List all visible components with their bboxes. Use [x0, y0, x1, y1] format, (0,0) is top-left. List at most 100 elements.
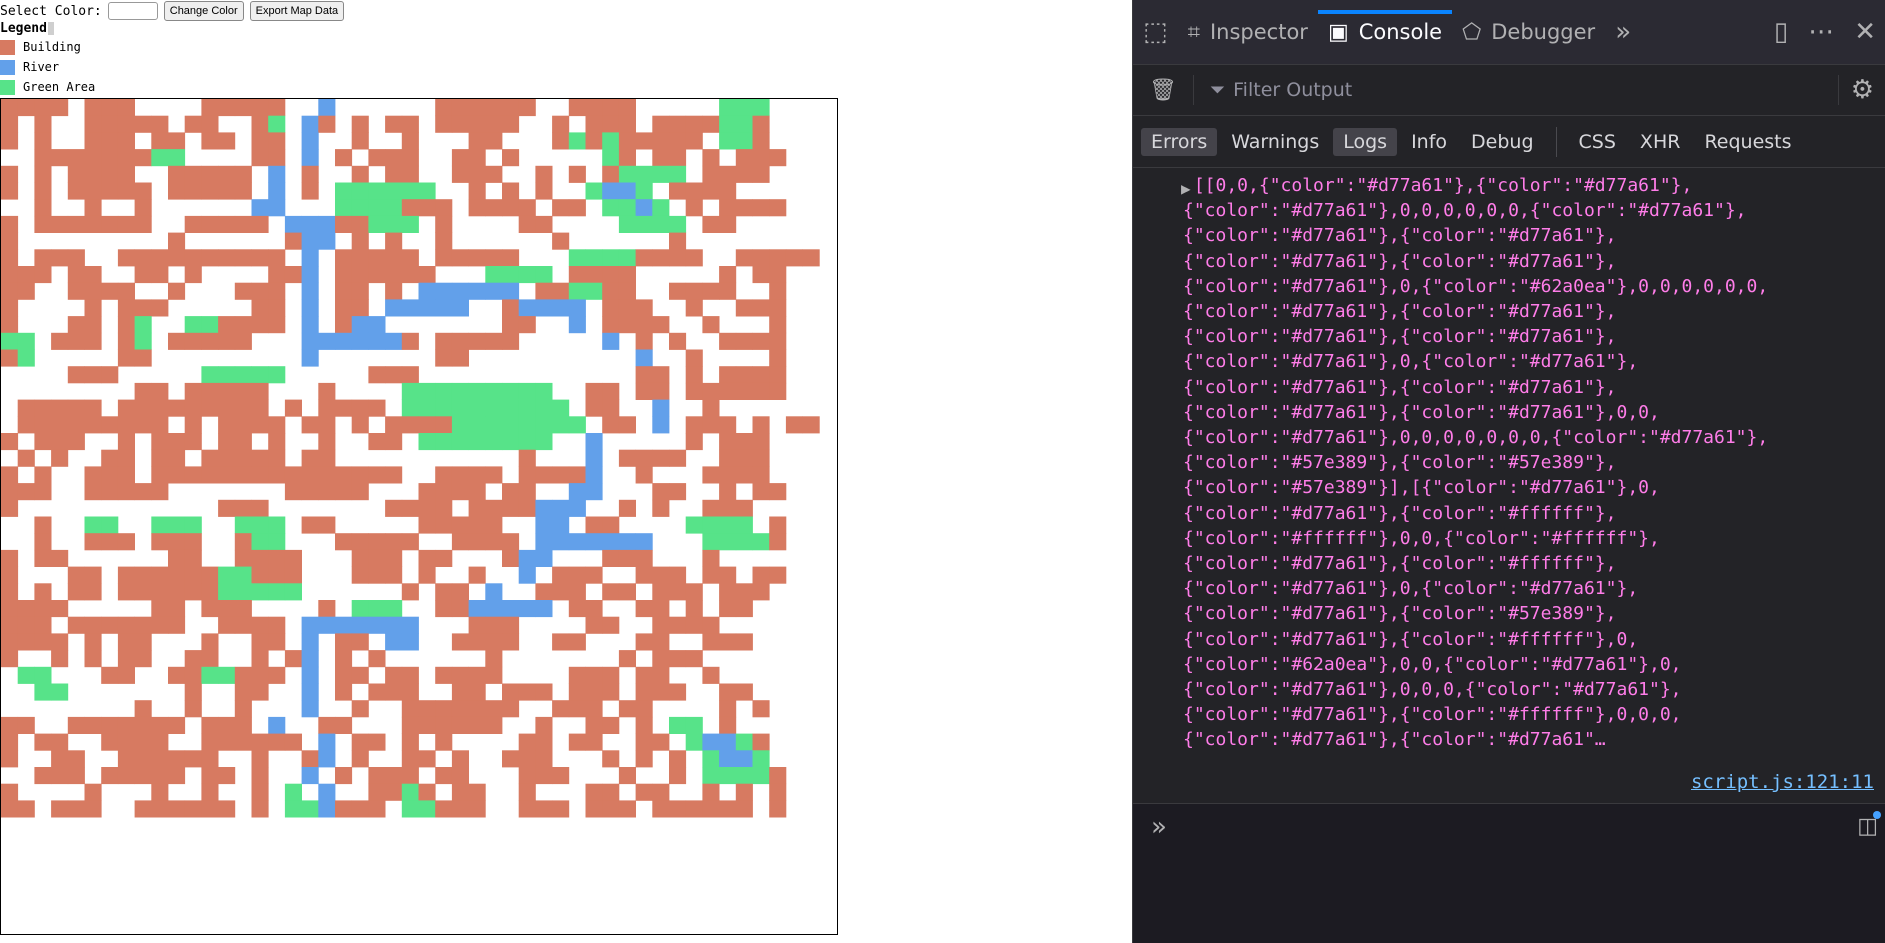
river-cell[interactable] [468, 600, 486, 618]
building-cell[interactable] [201, 583, 219, 601]
building-cell[interactable] [67, 566, 85, 584]
building-cell[interactable] [435, 215, 453, 233]
building-cell[interactable] [735, 583, 753, 601]
building-cell[interactable] [234, 399, 252, 417]
green-area-cell[interactable] [218, 666, 236, 684]
building-cell[interactable] [585, 616, 603, 634]
building-cell[interactable] [84, 132, 102, 150]
building-cell[interactable] [17, 416, 35, 434]
green-area-cell[interactable] [735, 115, 753, 133]
building-cell[interactable] [251, 800, 269, 818]
building-cell[interactable] [702, 182, 720, 200]
building-cell[interactable] [652, 115, 670, 133]
building-cell[interactable] [485, 199, 503, 217]
building-cell[interactable] [251, 149, 269, 167]
building-cell[interactable] [234, 416, 252, 434]
green-area-cell[interactable] [168, 516, 186, 534]
building-cell[interactable] [585, 399, 603, 417]
green-area-cell[interactable] [735, 767, 753, 785]
green-area-cell[interactable] [418, 382, 436, 400]
building-cell[interactable] [134, 767, 152, 785]
building-cell[interactable] [451, 99, 469, 117]
building-cell[interactable] [51, 549, 69, 567]
building-cell[interactable] [67, 182, 85, 200]
building-cell[interactable] [251, 683, 269, 701]
building-cell[interactable] [418, 483, 436, 501]
green-area-cell[interactable] [468, 382, 486, 400]
river-cell[interactable] [518, 600, 536, 618]
building-cell[interactable] [368, 266, 386, 284]
river-cell[interactable] [335, 616, 353, 634]
green-area-cell[interactable] [134, 316, 152, 334]
building-cell[interactable] [669, 683, 687, 701]
building-cell[interactable] [451, 700, 469, 718]
building-cell[interactable] [685, 616, 703, 634]
building-cell[interactable] [368, 249, 386, 267]
building-cell[interactable] [301, 165, 319, 183]
building-cell[interactable] [251, 499, 269, 517]
building-cell[interactable] [284, 566, 302, 584]
building-cell[interactable] [719, 483, 737, 501]
building-cell[interactable] [368, 650, 386, 668]
building-cell[interactable] [468, 115, 486, 133]
building-cell[interactable] [602, 282, 620, 300]
building-cell[interactable] [385, 666, 403, 684]
building-cell[interactable] [735, 382, 753, 400]
building-cell[interactable] [51, 449, 69, 467]
building-cell[interactable] [602, 750, 620, 768]
building-cell[interactable] [702, 149, 720, 167]
building-cell[interactable] [435, 800, 453, 818]
building-cell[interactable] [218, 416, 236, 434]
building-cell[interactable] [735, 800, 753, 818]
building-cell[interactable] [468, 783, 486, 801]
building-cell[interactable] [385, 282, 403, 300]
building-cell[interactable] [351, 700, 369, 718]
green-area-cell[interactable] [284, 583, 302, 601]
green-area-cell[interactable] [518, 382, 536, 400]
building-cell[interactable] [51, 650, 69, 668]
building-cell[interactable] [735, 466, 753, 484]
river-cell[interactable] [535, 516, 553, 534]
building-cell[interactable] [335, 650, 353, 668]
building-cell[interactable] [785, 416, 803, 434]
building-cell[interactable] [335, 299, 353, 317]
building-cell[interactable] [117, 666, 135, 684]
building-cell[interactable] [117, 767, 135, 785]
building-cell[interactable] [468, 533, 486, 551]
building-cell[interactable] [385, 466, 403, 484]
building-cell[interactable] [552, 115, 570, 133]
building-cell[interactable] [535, 767, 553, 785]
building-cell[interactable] [435, 199, 453, 217]
building-cell[interactable] [234, 165, 252, 183]
building-cell[interactable] [67, 215, 85, 233]
building-cell[interactable] [84, 316, 102, 334]
green-area-cell[interactable] [585, 249, 603, 267]
building-cell[interactable] [67, 616, 85, 634]
close-icon[interactable]: ✕ [1844, 0, 1885, 64]
building-cell[interactable] [234, 215, 252, 233]
building-cell[interactable] [251, 449, 269, 467]
building-cell[interactable] [34, 466, 52, 484]
green-area-cell[interactable] [201, 316, 219, 334]
building-cell[interactable] [468, 165, 486, 183]
green-area-cell[interactable] [585, 282, 603, 300]
building-cell[interactable] [585, 700, 603, 718]
building-cell[interactable] [719, 282, 737, 300]
building-cell[interactable] [67, 149, 85, 167]
building-cell[interactable] [385, 149, 403, 167]
building-cell[interactable] [752, 466, 770, 484]
building-cell[interactable] [435, 716, 453, 734]
green-area-cell[interactable] [635, 165, 653, 183]
river-cell[interactable] [401, 633, 419, 651]
building-cell[interactable] [719, 433, 737, 451]
building-cell[interactable] [318, 115, 336, 133]
green-area-cell[interactable] [451, 416, 469, 434]
building-cell[interactable] [602, 549, 620, 567]
building-cell[interactable] [1, 249, 19, 267]
building-cell[interactable] [502, 616, 520, 634]
building-cell[interactable] [669, 750, 687, 768]
building-cell[interactable] [284, 650, 302, 668]
river-cell[interactable] [602, 182, 620, 200]
building-cell[interactable] [335, 149, 353, 167]
building-cell[interactable] [1, 566, 19, 584]
